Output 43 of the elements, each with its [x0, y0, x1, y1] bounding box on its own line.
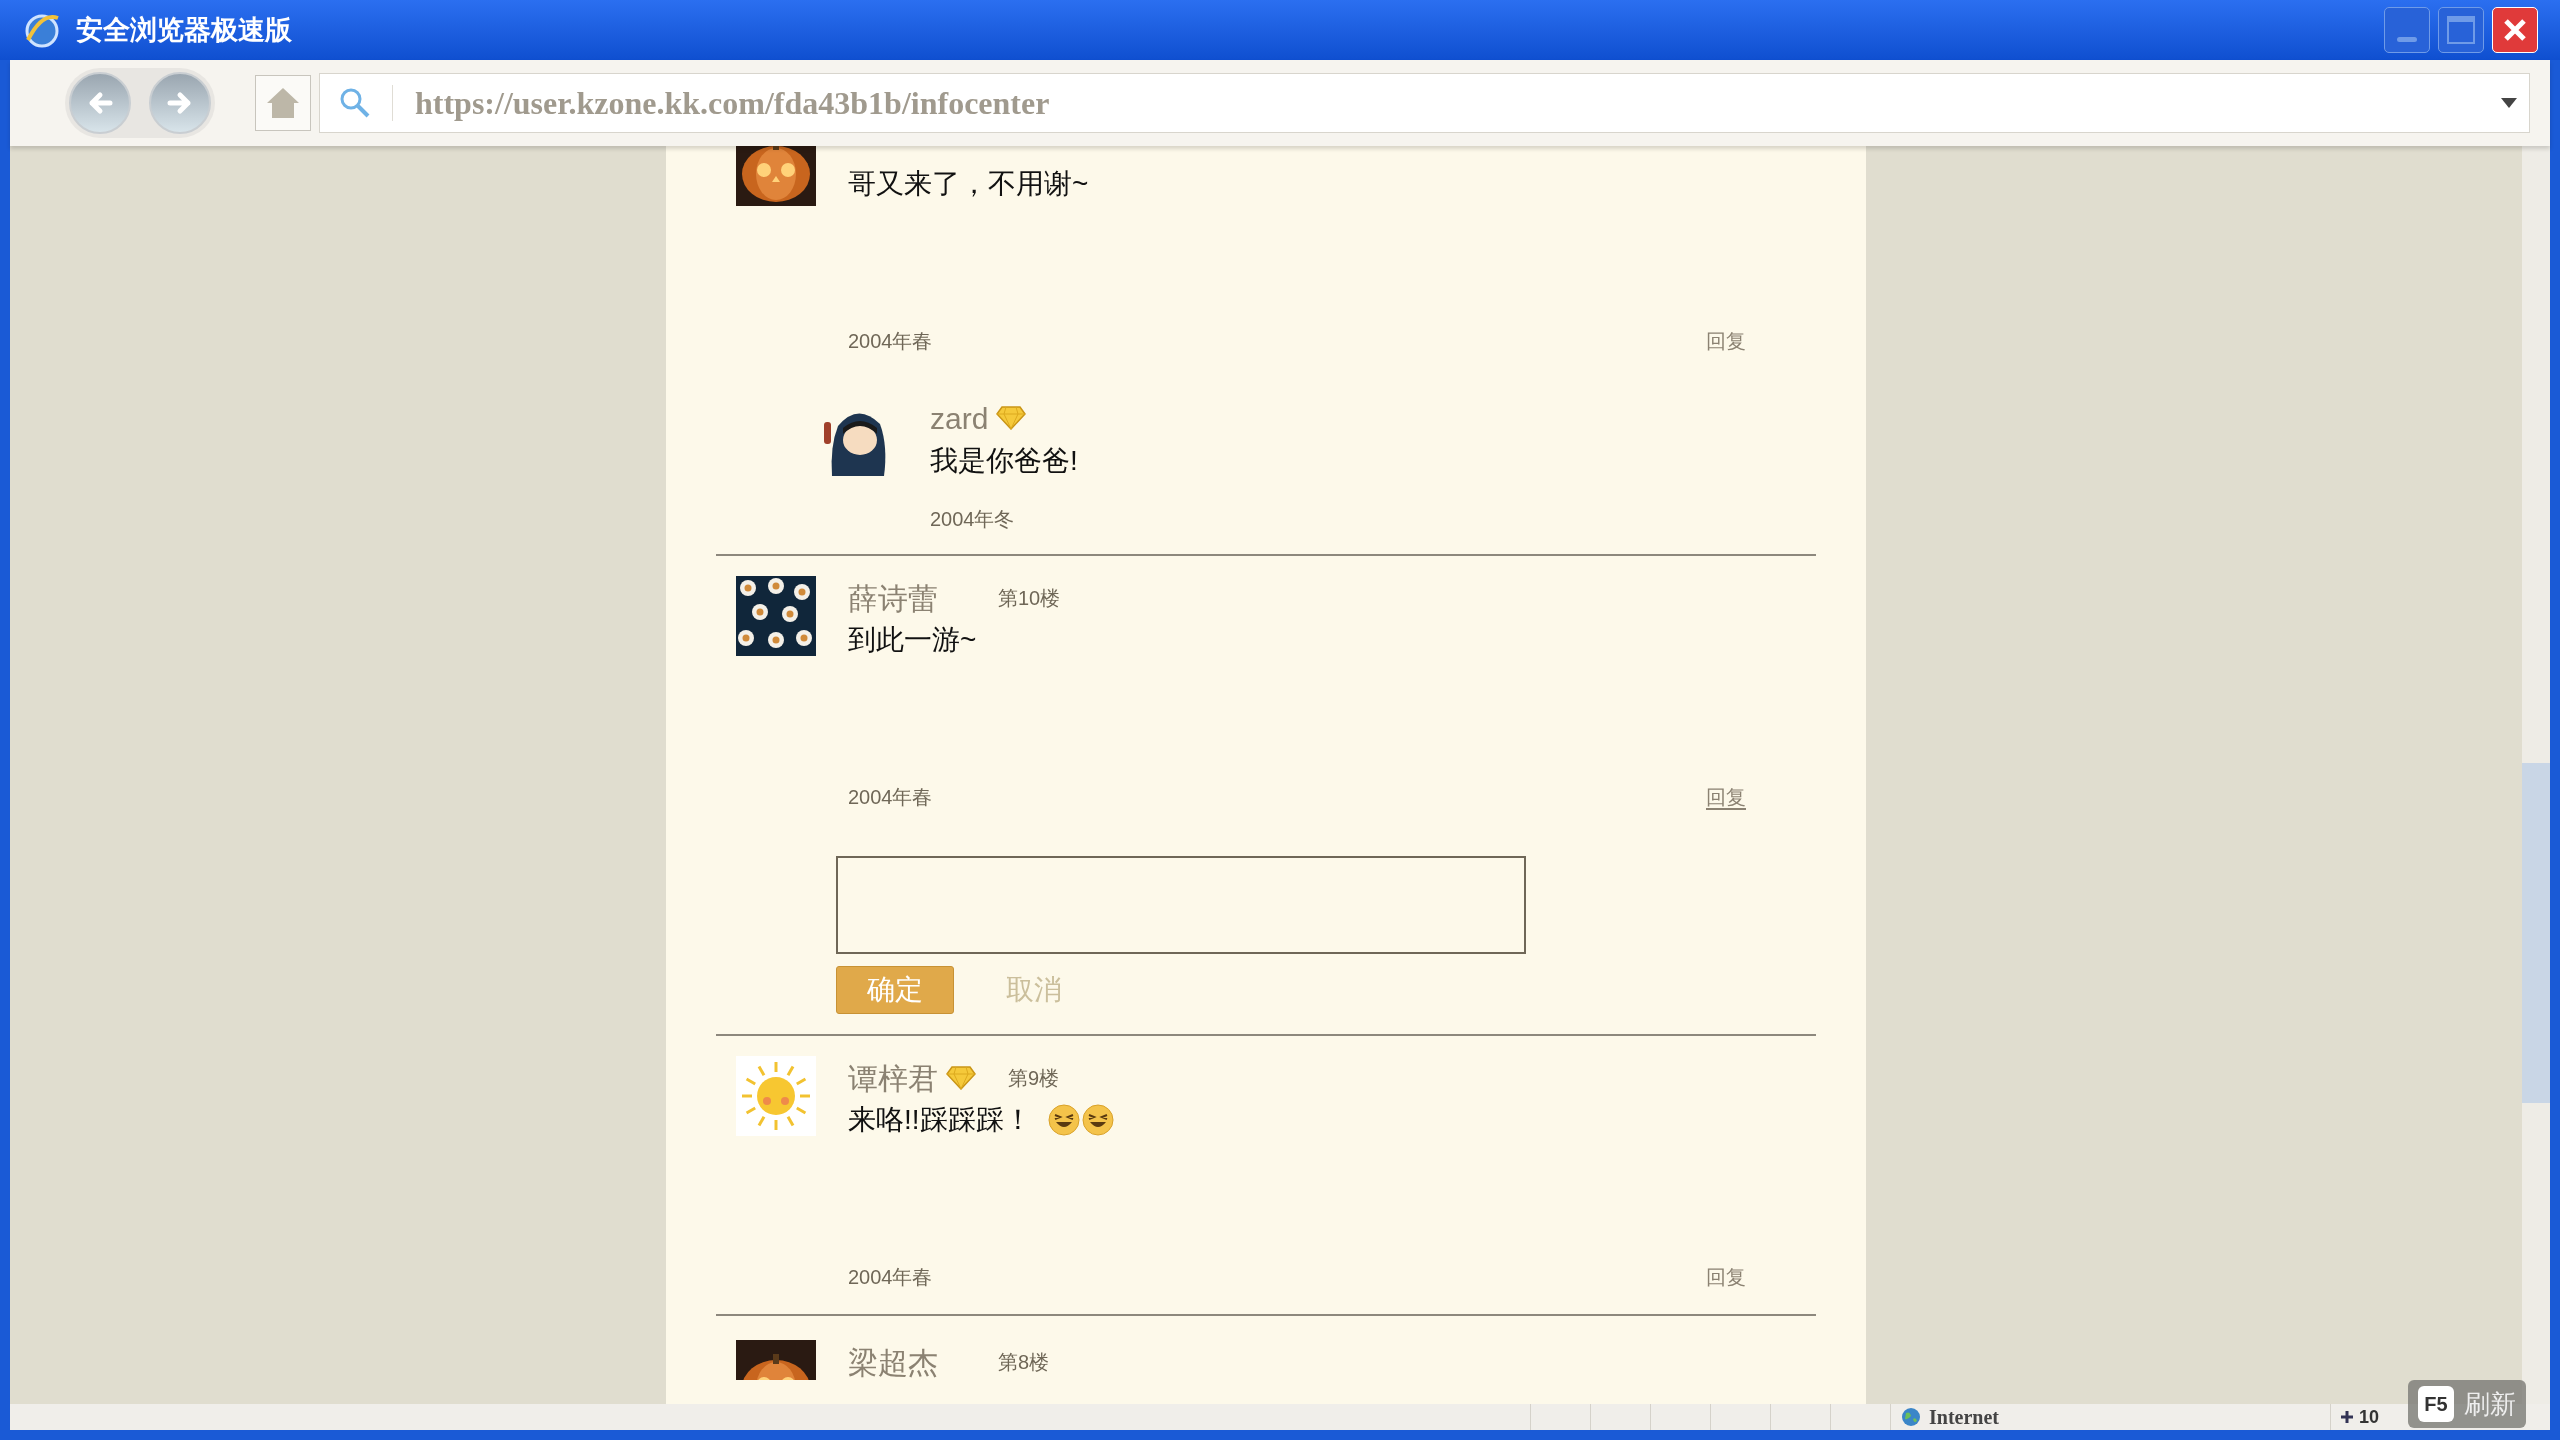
comment-text: 来咯!!踩踩踩！ [848, 1103, 1032, 1137]
floor-number: 第9楼 [1008, 1066, 1060, 1091]
key-cap: F5 [2418, 1386, 2454, 1422]
forward-button[interactable] [149, 72, 211, 134]
comment-date: 2004年春 [848, 329, 933, 354]
minimize-button[interactable] [2384, 7, 2430, 53]
address-text: https://user.kzone.kk.com/fda43b1b/infocenter [415, 84, 1050, 123]
comment-text: 到此一游~ [848, 623, 977, 657]
reply-link[interactable]: 回复 [1706, 782, 1746, 812]
comment-date: 2004年春 [848, 785, 933, 810]
comment-date: 2004年春 [848, 1265, 933, 1290]
reply-date: 2004年冬 [930, 507, 1016, 532]
floor-number: 第10楼 [998, 586, 1061, 611]
back-button[interactable] [69, 72, 131, 134]
refresh-label: 刷新 [2464, 1387, 2516, 1421]
window-title: 安全浏览器极速版 [76, 13, 292, 47]
floor-number: 第8楼 [998, 1350, 1050, 1375]
commenter-name[interactable]: 谭梓君 [848, 1055, 938, 1101]
zoom-icon[interactable] [2339, 1409, 2355, 1425]
diamond-icon [996, 406, 1027, 430]
search-icon [338, 86, 372, 120]
grin-emoji-icon [1047, 1104, 1080, 1136]
home-button[interactable] [255, 75, 311, 131]
zoom-level[interactable]: 10 [2359, 1403, 2380, 1431]
maximize-button[interactable] [2438, 7, 2484, 53]
reply-link[interactable]: 回复 [1706, 326, 1746, 356]
grin-emoji-icon [1081, 1104, 1114, 1136]
security-zone: Internet [1929, 1405, 1999, 1430]
scrollbar-thumb[interactable] [2522, 763, 2550, 1103]
reply-link[interactable]: 回复 [1706, 1262, 1746, 1292]
address-bar[interactable]: https://user.kzone.kk.com/fda43b1b/infocenter [319, 73, 2530, 133]
close-icon [2503, 18, 2527, 42]
commenter-name[interactable]: 薛诗蕾 [848, 575, 938, 621]
commenter-name[interactable]: zard [930, 395, 989, 441]
commenter-name[interactable]: 梁超杰 [848, 1339, 938, 1385]
close-button[interactable] [2492, 7, 2538, 53]
comment-text: 哥又来了，不用谢~ [848, 167, 1089, 201]
confirm-button[interactable]: 确定 [836, 966, 954, 1014]
globe-icon [1901, 1407, 1921, 1427]
diamond-icon [946, 1066, 976, 1090]
dropdown-caret-icon[interactable] [2501, 98, 2517, 108]
reply-text: 我是你爸爸! [930, 444, 1078, 478]
scrollbar[interactable] [2522, 146, 2550, 1404]
